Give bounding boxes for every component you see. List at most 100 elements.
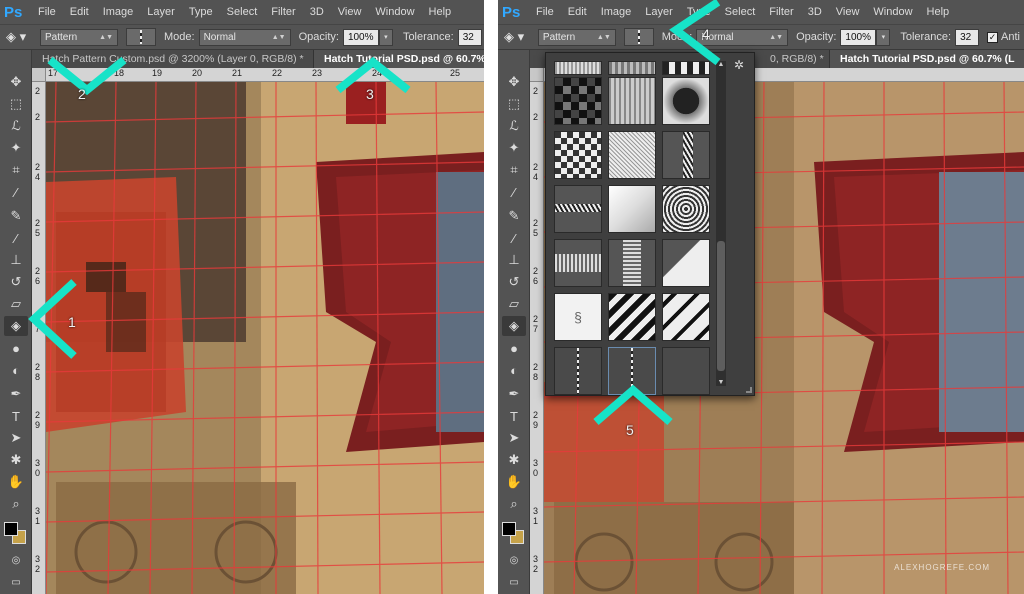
fill-source-dropdown[interactable]: Pattern ▲▼	[40, 28, 118, 46]
pattern-thumb[interactable]	[554, 131, 602, 179]
fill-source-dropdown[interactable]: Pattern ▲▼	[537, 28, 616, 46]
antialias-checkbox[interactable]: ✓	[987, 31, 999, 43]
marquee-icon[interactable]: ⬚	[502, 94, 526, 114]
eyedropper-icon[interactable]: ⁄	[502, 182, 526, 202]
healing-brush-icon[interactable]: ✎	[4, 206, 28, 226]
opacity-input[interactable]: 100%	[840, 28, 877, 46]
foreground-color-swatch[interactable]	[4, 522, 18, 536]
menu-select[interactable]: Select	[227, 6, 258, 18]
tab-hatch-tutorial[interactable]: Hatch Tutorial PSD.psd @ 60.7% (L	[830, 50, 1024, 68]
tolerance-input[interactable]: 32	[955, 28, 980, 46]
menu-help[interactable]: Help	[429, 6, 452, 18]
pen-icon[interactable]: ✒	[502, 384, 526, 404]
picker-scrollbar[interactable]: ▲ ▼	[716, 61, 726, 386]
dodge-icon[interactable]: ◐	[4, 360, 28, 380]
resize-handle-icon[interactable]	[746, 387, 752, 393]
menu-select[interactable]: Select	[725, 6, 756, 18]
crop-icon[interactable]: ⌗	[4, 160, 28, 180]
menu-filter[interactable]: Filter	[271, 6, 295, 18]
clone-stamp-icon[interactable]: ⊥	[4, 250, 28, 270]
foreground-color-swatch[interactable]	[502, 522, 516, 536]
path-select-icon[interactable]: ➤	[4, 428, 28, 448]
brush-icon[interactable]: ∕	[4, 228, 28, 248]
tolerance-input[interactable]: 32	[457, 28, 482, 46]
crop-icon[interactable]: ⌗	[502, 160, 526, 180]
brush-icon[interactable]: ∕	[502, 228, 526, 248]
pattern-thumb[interactable]: §	[554, 293, 602, 341]
marquee-icon[interactable]: ⬚	[4, 94, 28, 114]
gear-icon[interactable]: ✲	[734, 58, 744, 72]
tool-preset-bucket-icon[interactable]: ◈ ▾	[504, 29, 538, 45]
path-select-icon[interactable]: ➤	[502, 428, 526, 448]
type-icon[interactable]: T	[502, 406, 526, 426]
dodge-icon[interactable]: ◐	[502, 360, 526, 380]
menu-window[interactable]: Window	[873, 6, 912, 18]
menu-view[interactable]: View	[338, 6, 362, 18]
pattern-thumb[interactable]	[554, 77, 602, 125]
menu-layer[interactable]: Layer	[147, 6, 175, 18]
opacity-slider-toggle[interactable]: ▾	[876, 28, 891, 46]
menu-file[interactable]: File	[38, 6, 56, 18]
shape-icon[interactable]: ✱	[502, 450, 526, 470]
pattern-thumb[interactable]	[554, 185, 602, 233]
pattern-thumb[interactable]	[662, 77, 710, 125]
document-canvas[interactable]	[46, 82, 484, 594]
menu-image[interactable]: Image	[103, 6, 134, 18]
pattern-thumb[interactable]	[608, 77, 656, 125]
pattern-thumb[interactable]	[662, 131, 710, 179]
blur-icon[interactable]: ●	[502, 338, 526, 358]
pattern-picker-button[interactable]	[126, 28, 156, 46]
magic-wand-icon[interactable]: ✦	[4, 138, 28, 158]
lasso-icon[interactable]: ℒ	[4, 116, 28, 136]
screen-mode-icon[interactable]: ▭	[4, 572, 28, 592]
scrollbar-thumb[interactable]	[717, 241, 725, 371]
menu-image[interactable]: Image	[601, 6, 632, 18]
eyedropper-icon[interactable]: ⁄	[4, 182, 28, 202]
pen-icon[interactable]: ✒	[4, 384, 28, 404]
pattern-thumb[interactable]	[662, 239, 710, 287]
hand-icon[interactable]: ✋	[502, 472, 526, 492]
pattern-thumb[interactable]	[554, 61, 602, 75]
menu-view[interactable]: View	[836, 6, 860, 18]
pattern-thumb[interactable]	[554, 239, 602, 287]
menu-window[interactable]: Window	[375, 6, 414, 18]
move-icon[interactable]: ✥	[4, 72, 28, 92]
tool-preset-bucket-icon[interactable]: ◈ ▾	[6, 29, 40, 45]
history-brush-icon[interactable]: ↺	[502, 272, 526, 292]
pattern-thumb[interactable]	[608, 293, 656, 341]
menu-help[interactable]: Help	[927, 6, 950, 18]
shape-icon[interactable]: ✱	[4, 450, 28, 470]
menu-file[interactable]: File	[536, 6, 554, 18]
opacity-input[interactable]: 100%	[342, 28, 379, 46]
zoom-icon[interactable]: ⌕	[502, 494, 526, 514]
pattern-picker-button[interactable]	[623, 28, 654, 46]
menu-3d[interactable]: 3D	[310, 6, 324, 18]
hand-icon[interactable]: ✋	[4, 472, 28, 492]
magic-wand-icon[interactable]: ✦	[502, 138, 526, 158]
menu-3d[interactable]: 3D	[808, 6, 822, 18]
screen-mode-icon[interactable]: ▭	[502, 572, 526, 592]
pattern-thumb[interactable]	[662, 185, 710, 233]
quick-mask-icon[interactable]: ◎	[4, 550, 28, 570]
mode-dropdown[interactable]: Normal ▲▼	[198, 28, 291, 46]
pattern-thumb[interactable]	[608, 131, 656, 179]
opacity-slider-toggle[interactable]: ▾	[378, 28, 393, 46]
move-icon[interactable]: ✥	[502, 72, 526, 92]
pattern-thumb[interactable]	[608, 61, 656, 75]
healing-brush-icon[interactable]: ✎	[502, 206, 526, 226]
type-icon[interactable]: T	[4, 406, 28, 426]
clone-stamp-icon[interactable]: ⊥	[502, 250, 526, 270]
paint-bucket-icon[interactable]: ◈	[502, 316, 526, 336]
eraser-icon[interactable]: ▱	[502, 294, 526, 314]
lasso-icon[interactable]: ℒ	[502, 116, 526, 136]
menu-edit[interactable]: Edit	[568, 6, 587, 18]
zoom-icon[interactable]: ⌕	[4, 494, 28, 514]
menu-type[interactable]: Type	[189, 6, 213, 18]
scroll-down-icon[interactable]: ▼	[716, 379, 726, 386]
menu-edit[interactable]: Edit	[70, 6, 89, 18]
pattern-thumb[interactable]	[608, 239, 656, 287]
pattern-thumb[interactable]	[608, 185, 656, 233]
pattern-thumb[interactable]	[662, 293, 710, 341]
quick-mask-icon[interactable]: ◎	[502, 550, 526, 570]
menu-filter[interactable]: Filter	[769, 6, 793, 18]
